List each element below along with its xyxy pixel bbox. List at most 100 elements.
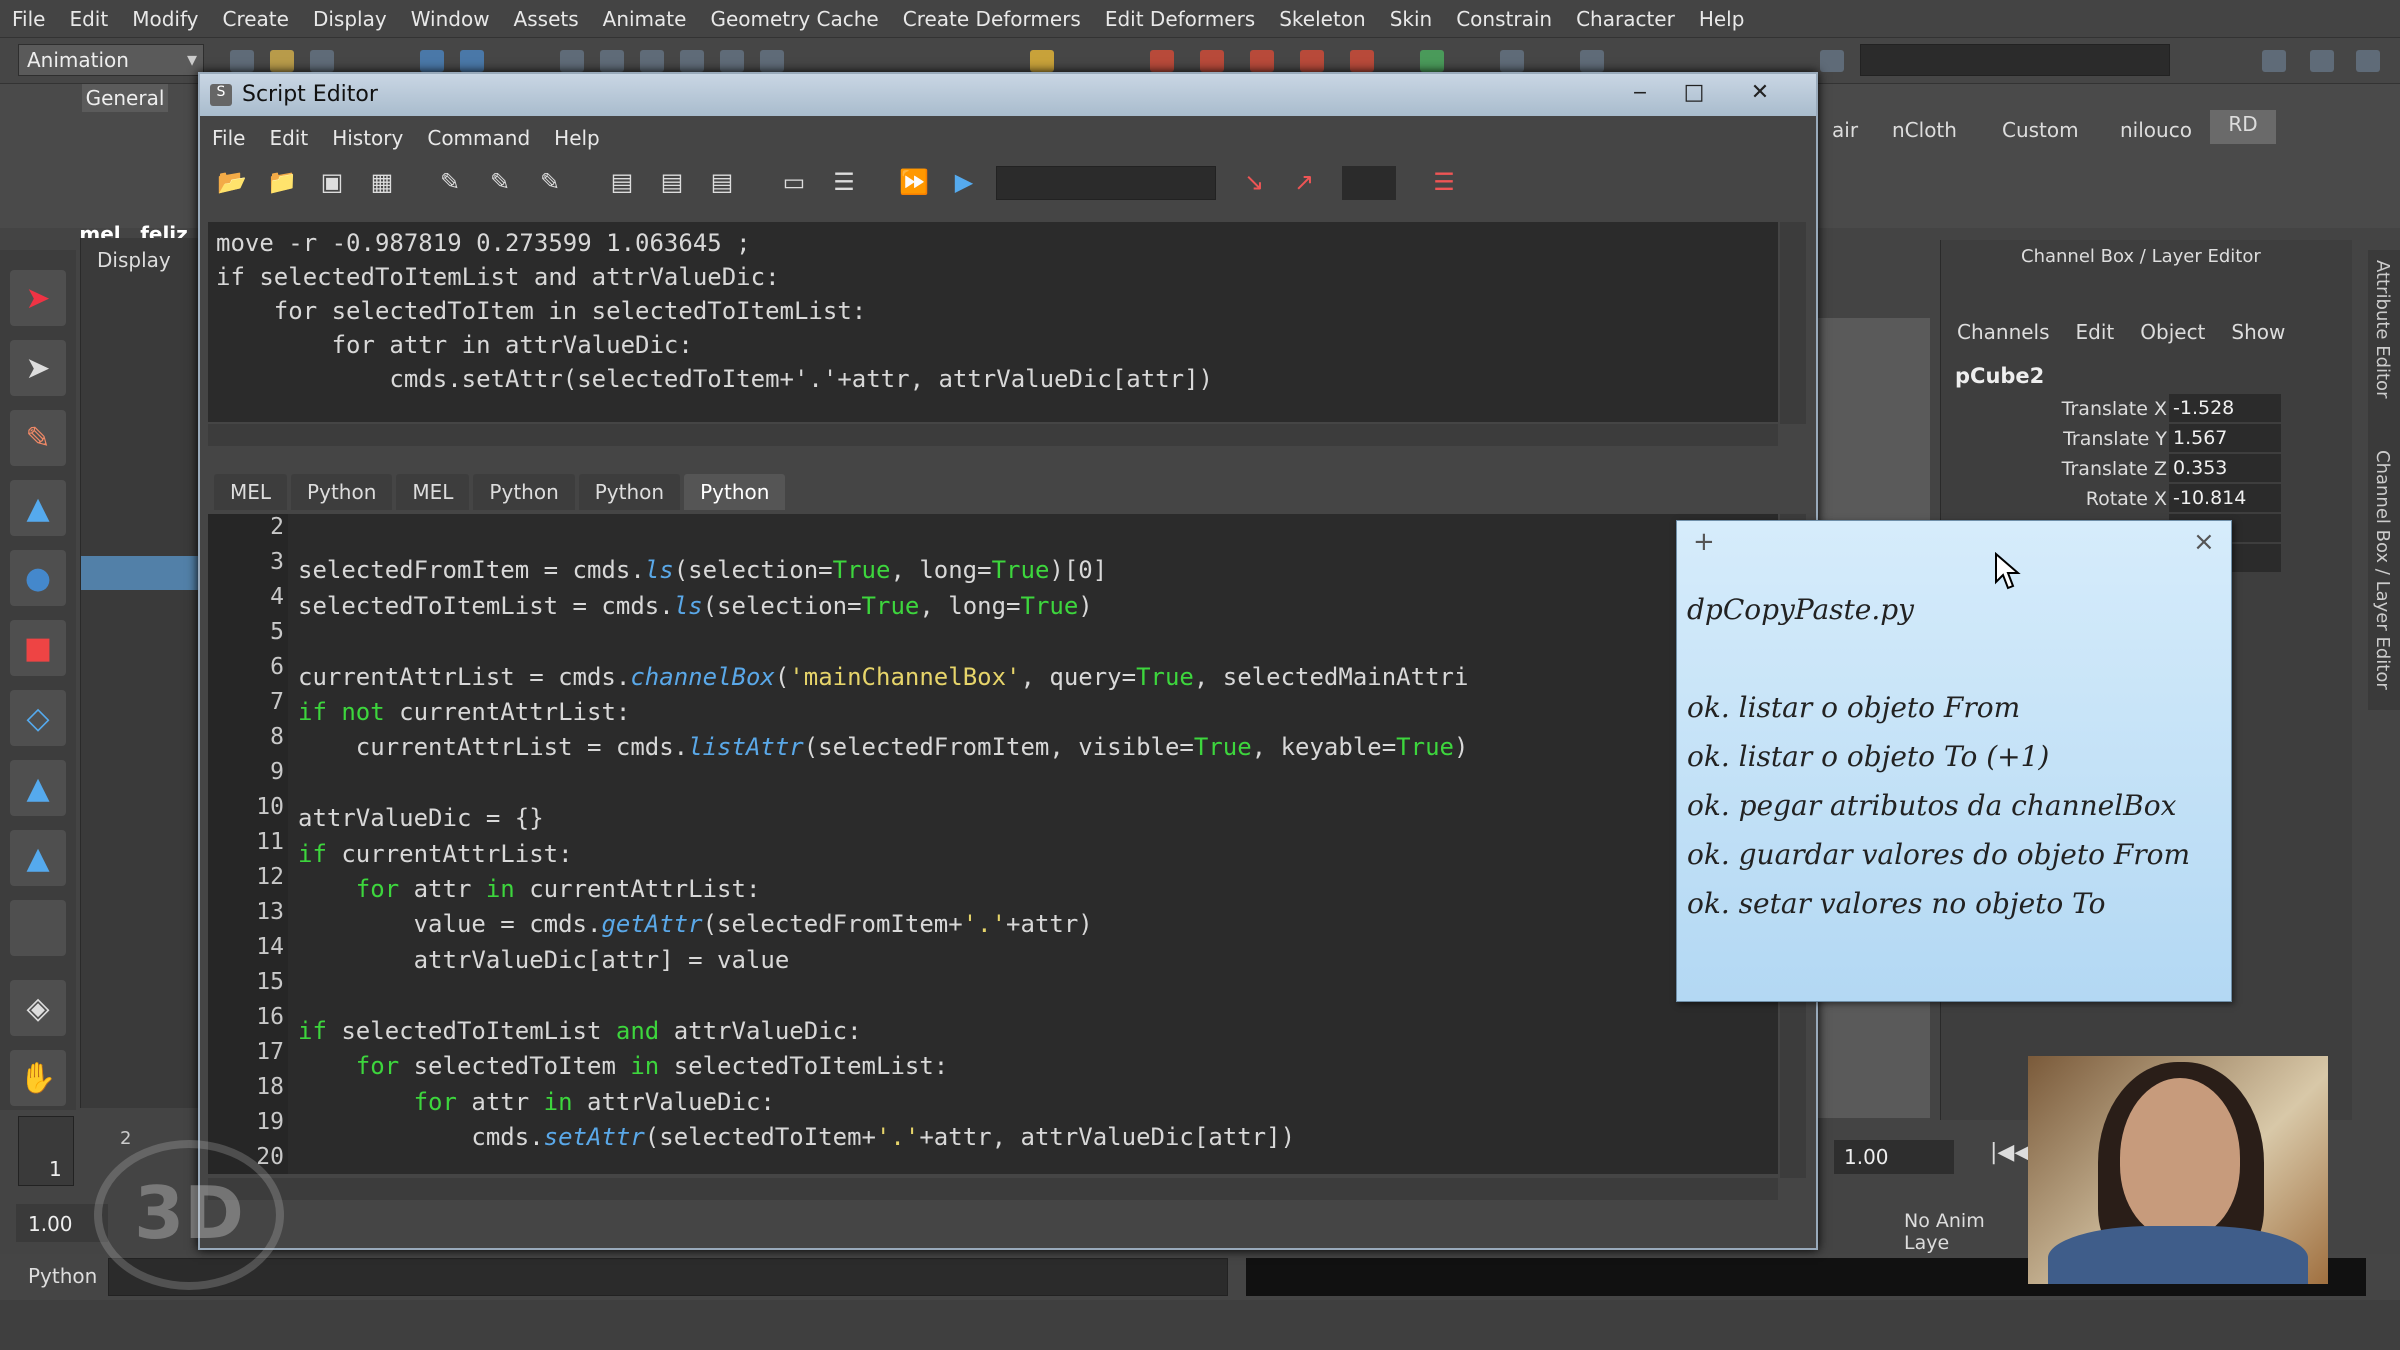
attr-row-translate-y[interactable]: Translate Y 1.567 <box>1955 424 2295 454</box>
rotate-tool-icon[interactable]: ● <box>10 550 66 606</box>
soft-modification-icon[interactable]: ▲ <box>10 760 66 816</box>
tool-settings-toggle-icon[interactable] <box>2310 50 2334 72</box>
channel-box-object-name[interactable]: pCube2 <box>1955 364 2044 388</box>
main-menu-skeleton[interactable]: Skeleton <box>1267 7 1377 31</box>
minimize-icon[interactable]: ‒ <box>1620 78 1660 108</box>
main-menu-geometry-cache[interactable]: Geometry Cache <box>698 7 890 31</box>
new-scene-icon[interactable] <box>230 50 254 72</box>
main-menu-character[interactable]: Character <box>1564 7 1687 31</box>
tab-python-1[interactable]: Python <box>291 474 393 510</box>
main-menu-help[interactable]: Help <box>1687 7 1757 31</box>
main-menu-assets[interactable]: Assets <box>502 7 591 31</box>
anim-layer-select[interactable]: No Anim Laye <box>1898 1204 2038 1254</box>
channel-box-menu-channels[interactable]: Channels <box>1957 320 2050 344</box>
add-note-icon[interactable]: + <box>1693 527 1715 557</box>
menu-help[interactable]: Help <box>542 126 612 150</box>
show-history-icon[interactable]: ▭ <box>776 164 812 200</box>
menu-command[interactable]: Command <box>415 126 542 150</box>
tab-mel-2[interactable]: MEL <box>396 474 470 510</box>
main-menu-edit[interactable]: Edit <box>57 7 120 31</box>
ipr-render-icon[interactable] <box>1200 50 1224 72</box>
tab-python-3[interactable]: Python <box>578 474 681 510</box>
mode-select[interactable]: Animation <box>18 44 204 76</box>
main-menu-file[interactable]: File <box>0 7 57 31</box>
show-line-numbers-icon[interactable]: ✎ <box>482 164 518 200</box>
main-menu-edit-deformers[interactable]: Edit Deformers <box>1093 7 1267 31</box>
sticky-note-text[interactable]: dpCopyPaste.py ok. listar o objeto From … <box>1687 585 2217 928</box>
universal-manipulator-icon[interactable]: ◇ <box>10 690 66 746</box>
main-menu-modify[interactable]: Modify <box>120 7 210 31</box>
main-menu-constrain[interactable]: Constrain <box>1444 7 1564 31</box>
lasso-tool-icon[interactable]: ➤ <box>10 340 66 396</box>
layout-single-pane-icon[interactable]: ◈ <box>10 980 66 1036</box>
tab-mel-1[interactable]: MEL <box>214 474 288 510</box>
shelf-tab-general[interactable]: General <box>82 84 168 112</box>
select-object-icon[interactable] <box>460 50 484 72</box>
shelf-tab-ncloth[interactable]: nCloth <box>1886 116 1963 144</box>
shelf-tab-custom[interactable]: Custom <box>1996 116 2085 144</box>
input-horizontal-scrollbar[interactable] <box>208 1178 1778 1200</box>
search-mode-icon[interactable] <box>1820 50 1844 72</box>
top-search-field[interactable] <box>1860 44 2170 76</box>
time-slider-start[interactable]: 1 <box>18 1116 74 1186</box>
save-script-icon[interactable]: ▣ <box>314 164 350 200</box>
close-icon[interactable]: ✕ <box>1740 78 1780 108</box>
select-hierarchy-icon[interactable] <box>420 50 444 72</box>
shelf-tab-nilouco[interactable]: nilouco <box>2114 116 2198 144</box>
display-label[interactable]: Display <box>97 248 171 272</box>
snap-point-icon[interactable] <box>640 50 664 72</box>
render-settings-icon[interactable] <box>1250 50 1274 72</box>
history-pane[interactable]: move -r -0.987819 0.273599 1.063645 ; if … <box>208 222 1778 422</box>
main-menu-create[interactable]: Create <box>210 7 300 31</box>
lock-icon[interactable] <box>1030 50 1054 72</box>
clear-input-icon[interactable]: ▤ <box>654 164 690 200</box>
paint-select-tool-icon[interactable]: ✎ <box>10 410 66 466</box>
show-input-icon[interactable]: ☰ <box>826 164 862 200</box>
attribute-editor-tab[interactable]: Attribute Editor <box>2372 260 2393 398</box>
channel-box-menu-edit[interactable]: Edit <box>2076 320 2115 344</box>
script-editor-title-bar[interactable]: S Script Editor ‒ □ ✕ <box>200 74 1816 116</box>
snap-curve-icon[interactable] <box>600 50 624 72</box>
execute-all-icon[interactable]: ⏩ <box>896 164 932 200</box>
attr-value[interactable]: -1.528 <box>2169 394 2281 422</box>
hypershade-icon[interactable] <box>1300 50 1324 72</box>
source-script-icon[interactable]: 📁 <box>264 164 300 200</box>
show-manipulator-icon[interactable]: ▲ <box>10 830 66 886</box>
main-menu-animate[interactable]: Animate <box>591 7 699 31</box>
snap-grid-icon[interactable] <box>560 50 584 72</box>
history-vertical-scrollbar[interactable] <box>1780 222 1806 424</box>
code-editor[interactable]: selectedFromItem = cmds.ls(selection=Tru… <box>298 518 1778 1158</box>
channel-box-menu-object[interactable]: Object <box>2140 320 2205 344</box>
menu-file[interactable]: File <box>200 126 257 150</box>
layout-four-pane-icon[interactable]: ✋ <box>10 1050 66 1106</box>
tab-python-2[interactable]: Python <box>473 474 575 510</box>
move-tool-icon[interactable]: ▲ <box>10 480 66 536</box>
show-stack-trace-icon[interactable]: ✎ <box>532 164 568 200</box>
attr-value[interactable]: 1.567 <box>2169 424 2281 452</box>
sticky-note[interactable]: + × dpCopyPaste.py ok. listar o objeto F… <box>1676 520 2232 1002</box>
open-scene-icon[interactable] <box>270 50 294 72</box>
script-search-field[interactable] <box>996 166 1216 200</box>
scale-tool-icon[interactable]: ■ <box>10 620 66 676</box>
main-menu-display[interactable]: Display <box>301 7 399 31</box>
command-input[interactable] <box>108 1258 1228 1296</box>
line-goto-field[interactable] <box>1342 166 1396 200</box>
execute-icon[interactable]: ▶ <box>946 164 982 200</box>
main-menu-create-deformers[interactable]: Create Deformers <box>891 7 1093 31</box>
attr-value[interactable]: 0.353 <box>2169 454 2281 482</box>
attr-value[interactable]: -10.814 <box>2169 484 2281 512</box>
last-tool-icon[interactable] <box>10 900 66 956</box>
playback-controls[interactable]: |◀◀ <box>1990 1140 2031 1165</box>
command-language-label[interactable]: Python <box>28 1264 97 1288</box>
close-note-icon[interactable]: × <box>2193 527 2215 557</box>
attribute-editor-toggle-icon[interactable] <box>2262 50 2286 72</box>
snap-view-icon[interactable] <box>680 50 704 72</box>
snap-live-icon[interactable] <box>1420 50 1444 72</box>
save-scene-icon[interactable] <box>310 50 334 72</box>
menu-edit[interactable]: Edit <box>257 126 320 150</box>
xray-icon[interactable] <box>1500 50 1524 72</box>
range-end-field[interactable]: 1.00 <box>1834 1140 1954 1174</box>
search-next-icon[interactable]: ↗ <box>1286 164 1322 200</box>
shelf-tab-air[interactable]: air <box>1826 116 1864 144</box>
menu-history[interactable]: History <box>320 126 415 150</box>
